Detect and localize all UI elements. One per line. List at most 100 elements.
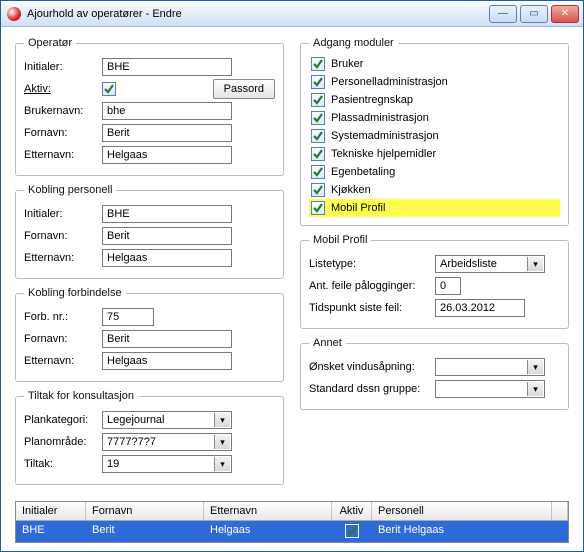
label-firstname: Fornavn: (24, 127, 102, 139)
label-tidsfeil: Tidspunkt siste feil: (309, 302, 435, 314)
lastname-input[interactable] (102, 146, 232, 164)
group-annet: Annet Ønsket vindusåpning: ▾ Standard ds… (300, 337, 569, 410)
label-plankat: Plankategori: (24, 414, 102, 426)
listetype-select[interactable]: Arbeidsliste ▾ (435, 255, 545, 273)
chevron-down-icon: ▾ (214, 413, 230, 427)
module-item[interactable]: Mobil Profil (309, 199, 560, 217)
aktiv-cell-checkbox[interactable] (345, 524, 359, 538)
label-active: Aktiv: (24, 83, 102, 95)
cell-etternavn: Helgaas (204, 521, 332, 542)
group-mobil-legend: Mobil Profil (309, 234, 371, 246)
module-label: Systemadministrasjon (331, 130, 439, 142)
kp-initials-input[interactable] (102, 205, 232, 223)
label-lastname: Etternavn: (24, 149, 102, 161)
label-username: Brukernavn: (24, 105, 102, 117)
chevron-down-icon: ▾ (527, 382, 543, 396)
module-label: Personelladministrasjon (331, 76, 448, 88)
kp-lastname-input[interactable] (102, 249, 232, 267)
module-item[interactable]: Systemadministrasjon (309, 127, 560, 145)
module-checkbox[interactable] (311, 75, 325, 89)
label-tiltak: Tiltak: (24, 458, 102, 470)
window: Ajourhold av operatører - Endre — ▭ ✕ Op… (0, 0, 584, 552)
col-fornavn[interactable]: Fornavn (86, 502, 204, 520)
cell-initials: BHE (16, 521, 86, 542)
module-label: Kjøkken (331, 184, 371, 196)
username-input[interactable] (102, 102, 232, 120)
titlebar[interactable]: Ajourhold av operatører - Endre — ▭ ✕ (1, 1, 583, 27)
window-title: Ajourhold av operatører - Endre (27, 8, 489, 20)
group-adgang-legend: Adgang moduler (309, 37, 398, 49)
label-initials: Initialer: (24, 61, 102, 73)
chevron-down-icon: ▾ (214, 435, 230, 449)
chevron-down-icon: ▾ (214, 457, 230, 471)
module-checkbox[interactable] (311, 57, 325, 71)
module-item[interactable]: Egenbetaling (309, 163, 560, 181)
module-label: Mobil Profil (331, 202, 385, 214)
plankat-value: Legejournal (107, 414, 165, 426)
module-checkbox[interactable] (311, 129, 325, 143)
group-kforbindelse-legend: Kobling forbindelse (24, 287, 126, 299)
label-planomr: Planområde: (24, 436, 102, 448)
module-label: Bruker (331, 58, 363, 70)
group-kpersonell-legend: Kobling personell (24, 184, 116, 196)
module-item[interactable]: Bruker (309, 55, 560, 73)
minimize-button[interactable]: — (489, 5, 517, 23)
tidsfeil-input[interactable] (435, 299, 525, 317)
module-checkbox[interactable] (311, 111, 325, 125)
module-checkbox[interactable] (311, 183, 325, 197)
planomr-value: 7777?7?7 (107, 436, 156, 448)
planomr-select[interactable]: 7777?7?7 ▾ (102, 433, 232, 451)
group-adgang: Adgang moduler Bruker Personelladministra… (300, 37, 569, 226)
kp-firstname-input[interactable] (102, 227, 232, 245)
label-antfeil: Ant. feile pålogginger: (309, 280, 435, 292)
module-item[interactable]: Plassadministrasjon (309, 109, 560, 127)
tiltak-select[interactable]: 19 ▾ (102, 455, 232, 473)
label-forbnr: Forb. nr.: (24, 311, 102, 323)
module-item[interactable]: Personelladministrasjon (309, 73, 560, 91)
module-checkbox[interactable] (311, 165, 325, 179)
maximize-button[interactable]: ▭ (520, 5, 548, 23)
forbnr-input[interactable] (102, 308, 154, 326)
label-kf-firstname: Fornavn: (24, 333, 102, 345)
close-button[interactable]: ✕ (551, 5, 579, 23)
dssn-select[interactable]: ▾ (435, 380, 545, 398)
module-item[interactable]: Tekniske hjelpemidler (309, 145, 560, 163)
tiltak-value: 19 (107, 458, 119, 470)
password-button[interactable]: Passord (213, 79, 275, 99)
table-row[interactable]: BHE Berit Helgaas Berit Helgaas (16, 521, 568, 542)
app-icon (7, 7, 21, 21)
module-checkbox[interactable] (311, 147, 325, 161)
col-aktiv[interactable]: Aktiv (332, 502, 372, 520)
module-checkbox[interactable] (311, 201, 325, 215)
label-dssn: Standard dssn gruppe: (309, 383, 435, 395)
label-kp-firstname: Fornavn: (24, 230, 102, 242)
module-label: Tekniske hjelpemidler (331, 148, 436, 160)
label-kp-initials: Initialer: (24, 208, 102, 220)
plankat-select[interactable]: Legejournal ▾ (102, 411, 232, 429)
vindu-select[interactable]: ▾ (435, 358, 545, 376)
group-tiltak-legend: Tiltak for konsultasjon (24, 390, 138, 402)
cell-personell: Berit Helgaas (372, 521, 552, 542)
kf-lastname-input[interactable] (102, 352, 232, 370)
antfeil-input[interactable] (435, 277, 461, 295)
module-item[interactable]: Pasientregnskap (309, 91, 560, 109)
group-kforbindelse: Kobling forbindelse Forb. nr.: Fornavn: … (15, 287, 284, 382)
col-initials[interactable]: Initialer (16, 502, 86, 520)
cell-aktiv (332, 521, 372, 542)
label-vindu: Ønsket vindusåpning: (309, 361, 435, 373)
group-annet-legend: Annet (309, 337, 346, 349)
active-checkbox[interactable] (102, 82, 116, 96)
col-personell[interactable]: Personell (372, 502, 552, 520)
listetype-value: Arbeidsliste (440, 258, 497, 270)
initials-input[interactable] (102, 58, 232, 76)
module-checkbox[interactable] (311, 93, 325, 107)
label-kf-lastname: Etternavn: (24, 355, 102, 367)
module-label: Plassadministrasjon (331, 112, 429, 124)
col-etternavn[interactable]: Etternavn (204, 502, 332, 520)
firstname-input[interactable] (102, 124, 232, 142)
module-item[interactable]: Kjøkken (309, 181, 560, 199)
kf-firstname-input[interactable] (102, 330, 232, 348)
chevron-down-icon: ▾ (527, 257, 543, 271)
cell-fornavn: Berit (86, 521, 204, 542)
module-label: Egenbetaling (331, 166, 395, 178)
